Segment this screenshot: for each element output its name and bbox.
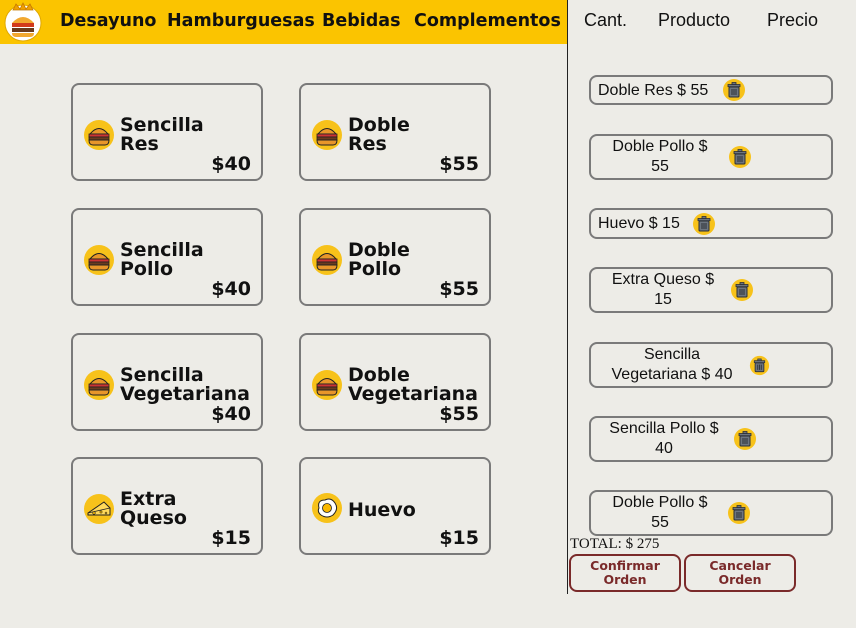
trash-icon[interactable]: [733, 427, 757, 451]
cheese-icon: [84, 494, 114, 524]
menu-item-price: $40: [211, 403, 251, 425]
order-item-text-line1: Sencilla Pollo $: [609, 420, 719, 437]
menu-item-name-line2: Res: [348, 133, 387, 155]
order-item-text-line2: 55: [651, 158, 669, 175]
order-item: Sencilla Pollo $ 40: [589, 416, 833, 462]
menu-item-name-line2: Pollo: [348, 258, 402, 280]
order-item-text: Doble Res $ 55: [598, 82, 709, 99]
menu-item-name-line2: Queso: [120, 507, 187, 529]
panel-divider: [567, 0, 568, 594]
order-item-text-line1: Extra Queso $: [611, 271, 715, 288]
tab-hamburguesas[interactable]: Hamburguesas: [167, 11, 315, 31]
trash-icon[interactable]: [692, 212, 716, 236]
menu-item-name-line2: Pollo: [120, 258, 174, 280]
order-item-text-line1: Sencilla: [643, 346, 701, 363]
column-header-product: Producto: [658, 10, 731, 30]
trash-icon[interactable]: [728, 145, 752, 169]
tab-bebidas[interactable]: Bebidas: [322, 11, 401, 31]
menu-item-price: $15: [211, 527, 251, 549]
cancel-order-button[interactable]: Cancelar Orden: [684, 554, 796, 592]
menu-item-price: $15: [439, 527, 479, 549]
order-item-text-line2: Vegetariana $ 40: [611, 366, 733, 383]
menu-item-huevo[interactable]: Huevo $15: [299, 457, 491, 555]
menu-item-name-line2: Vegetariana: [120, 383, 250, 405]
menu-item-sencilla-vegetariana[interactable]: Sencilla Vegetariana $40: [71, 333, 263, 431]
tab-desayuno[interactable]: Desayuno: [60, 11, 156, 31]
menu-item-name-line2: Vegetariana: [348, 383, 478, 405]
menu-item-doble-vegetariana[interactable]: Doble Vegetariana $55: [299, 333, 491, 431]
trash-icon[interactable]: [722, 78, 746, 102]
column-header-qty: Cant.: [584, 10, 628, 30]
burger-icon: [84, 370, 114, 400]
tab-complementos[interactable]: Complementos: [414, 11, 561, 31]
menu-item-price: $40: [211, 153, 251, 175]
menu-item-price: $55: [439, 278, 479, 300]
order-item-text-line1: Doble Pollo $: [612, 138, 708, 155]
trash-icon[interactable]: [727, 501, 751, 525]
burger-icon: [84, 245, 114, 275]
burger-queen-logo: [4, 2, 42, 42]
menu-item-extra-queso[interactable]: Extra Queso $15: [71, 457, 263, 555]
order-item-text: Huevo $ 15: [598, 215, 680, 232]
order-item-text-line1: Doble Pollo $: [612, 494, 708, 511]
order-item: Huevo $ 15: [589, 208, 833, 239]
order-item: Doble Res $ 55: [589, 75, 833, 105]
order-item-text-line2: 15: [654, 291, 672, 308]
confirm-order-button[interactable]: Confirmar Orden: [569, 554, 681, 592]
menu-item-doble-res[interactable]: Doble Res $55: [299, 83, 491, 181]
trash-icon[interactable]: [749, 355, 770, 376]
menu-item-name-line2: Res: [120, 133, 159, 155]
order-item: Doble Pollo $ 55: [589, 134, 833, 180]
burger-icon: [312, 370, 342, 400]
menu-item-price: $55: [439, 403, 479, 425]
burger-icon: [312, 245, 342, 275]
menu-item-doble-pollo[interactable]: Doble Pollo $55: [299, 208, 491, 306]
order-item: Sencilla Vegetariana $ 40: [589, 342, 833, 388]
menu-item-price: $55: [439, 153, 479, 175]
menu-item-sencilla-pollo[interactable]: Sencilla Pollo $40: [71, 208, 263, 306]
menu-item-name-line1: Huevo: [348, 499, 416, 521]
burger-icon: [84, 120, 114, 150]
order-item: Extra Queso $ 15: [589, 267, 833, 313]
order-total: TOTAL: $ 275: [570, 536, 660, 552]
menu-item-sencilla-res[interactable]: Sencilla Res $40: [71, 83, 263, 181]
egg-icon: [312, 493, 342, 523]
order-item: Doble Pollo $ 55: [589, 490, 833, 536]
order-item-text-line2: 55: [651, 514, 669, 531]
trash-icon[interactable]: [730, 278, 754, 302]
column-header-price: Precio: [767, 10, 819, 30]
menu-item-price: $40: [211, 278, 251, 300]
burger-icon: [312, 120, 342, 150]
order-item-text-line2: 40: [655, 440, 673, 457]
